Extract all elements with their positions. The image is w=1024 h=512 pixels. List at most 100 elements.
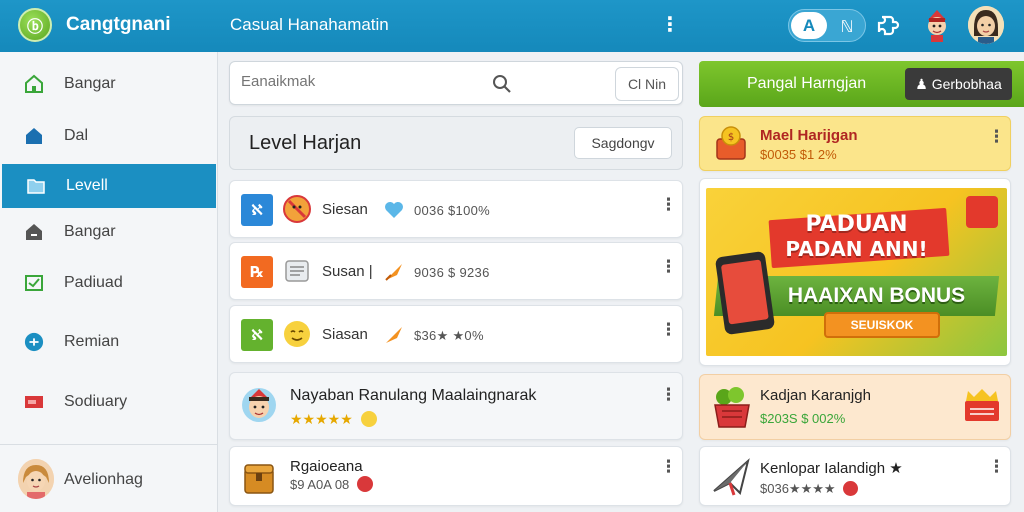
- promo-bar: Pangal Harngjan ♟ Gerbobhaa: [699, 61, 1024, 107]
- emoji-icon: [843, 481, 859, 496]
- paper-plane-icon: [712, 457, 750, 497]
- sidebar-item-dal[interactable]: Dal: [0, 114, 218, 158]
- list-item[interactable]: ℵ Siesan 0036 $100% ⋮: [229, 180, 683, 238]
- card-value: $036★★★★: [760, 481, 859, 497]
- sidebar-user-name: Avelionhag: [64, 471, 143, 488]
- sidebar-item-label: Bangar: [64, 75, 116, 92]
- sidebar-item-label: Sodiuary: [64, 393, 128, 410]
- item-value: $9 A0A 08: [290, 476, 373, 492]
- gift-icon: [962, 387, 1002, 423]
- item-name: Siesan: [322, 201, 368, 218]
- chest-icon: [241, 457, 277, 497]
- smiley-icon: [360, 411, 377, 427]
- strawberry-icon: [356, 476, 373, 492]
- sidebar: Bangar Dal Levell Bangar Padiuad Remian: [0, 52, 218, 512]
- row-menu-icon[interactable]: ⋮: [660, 385, 677, 405]
- sidebar-item-label: Remian: [64, 333, 120, 350]
- rating-text: ★★★★★: [290, 411, 353, 427]
- bonus-banner[interactable]: PADUAN PADAN ANN! HAAIXAN BONUS SEUISKOK: [706, 188, 1007, 356]
- bonus-cta-button[interactable]: SEUISKOK: [824, 312, 940, 338]
- item-name: Siasan: [322, 326, 368, 343]
- list-item[interactable]: Rgaioeana $9 A0A 08 ⋮: [229, 446, 683, 506]
- character-avatar-icon: [241, 385, 277, 425]
- promo-title: Pangal Harngjan: [747, 75, 867, 92]
- circle-plus-icon: [24, 332, 44, 352]
- basket-icon: [712, 385, 752, 431]
- card-title: Mael Harijgan: [760, 127, 858, 144]
- search-button[interactable]: Cl Nin: [615, 67, 679, 101]
- item-value: $36★ ★0%: [414, 328, 484, 343]
- item-name: Susan |: [322, 263, 373, 280]
- character-avatar-icon[interactable]: [922, 8, 952, 42]
- no-entry-icon: [283, 195, 311, 223]
- toggle-option-a[interactable]: A: [791, 12, 827, 39]
- sidebar-item-padiuad[interactable]: Padiuad: [0, 261, 218, 305]
- window-title: Casual Hanahamatin: [230, 15, 389, 34]
- card-value: $203S $ 002%: [760, 411, 846, 426]
- item-title: Nayaban Ranulang Maalaingnarak: [290, 387, 537, 404]
- item-title: Rgaioeana: [290, 458, 363, 475]
- sidebar-item-remian[interactable]: Remian: [0, 320, 218, 364]
- card-menu-icon[interactable]: ⋮: [988, 127, 1005, 147]
- user-avatar-icon[interactable]: [968, 6, 1004, 44]
- mode-toggle[interactable]: A ℕ: [788, 9, 866, 42]
- promo-button[interactable]: ♟ Gerbobhaa: [905, 68, 1012, 100]
- rocket-icon: [383, 261, 405, 283]
- search-bar: Cl Nin: [229, 61, 683, 105]
- offer-card[interactable]: Kadjan Karanjgh $203S $ 002%: [699, 374, 1011, 440]
- sidebar-item-levell[interactable]: Levell: [2, 164, 216, 208]
- card-menu-icon[interactable]: ⋮: [988, 457, 1005, 477]
- puzzle-icon[interactable]: [876, 13, 902, 39]
- game-icon: ℞: [241, 256, 273, 288]
- section-action-button[interactable]: Sagdongv: [574, 127, 672, 159]
- badge-icon: [966, 196, 998, 228]
- sidebar-item-label: Bangar: [64, 223, 116, 240]
- svg-text:$: $: [728, 132, 734, 143]
- sidebar-item-label: Padiuad: [64, 274, 123, 291]
- menu-dots-icon[interactable]: ⋮: [660, 12, 680, 37]
- section-title: Level Harjan: [249, 132, 362, 154]
- heart-icon: [383, 199, 405, 221]
- sidebar-item-sodiuary[interactable]: Sodiuary: [0, 380, 218, 424]
- house-icon: [24, 126, 44, 146]
- offer-card[interactable]: $ Mael Harijgan $0035 $1 2% ⋮: [699, 116, 1011, 171]
- item-value: 0036 $100%: [414, 203, 491, 218]
- avatar: [18, 459, 54, 499]
- treasure-icon: $: [714, 125, 748, 163]
- item-value: 9036 $ 9236: [414, 265, 490, 280]
- sidebar-item-bangar[interactable]: Bangar: [0, 62, 218, 106]
- card-icon: [24, 392, 44, 412]
- list-item[interactable]: Nayaban Ranulang Maalaingnarak ★★★★★ ⋮: [229, 372, 683, 440]
- star-rating: ★★★★★: [290, 411, 377, 428]
- game-icon: ℵ: [241, 319, 273, 351]
- offer-card[interactable]: Kenlopar Ialandigh ★ $036★★★★ ⋮: [699, 446, 1011, 506]
- phone-icon: [714, 250, 776, 336]
- app-logo-icon[interactable]: ⓑ: [18, 8, 52, 42]
- rating-text: $9 A0A 08: [290, 477, 350, 492]
- sidebar-item-label: Dal: [64, 127, 89, 144]
- section-header: Level Harjan Sagdongv: [229, 116, 683, 170]
- row-menu-icon[interactable]: ⋮: [660, 457, 677, 477]
- banner-headline-line-1: PADUAN: [805, 212, 908, 237]
- card-title: Kadjan Karanjgh: [760, 387, 871, 404]
- sidebar-item-bangar-2[interactable]: Bangar: [0, 210, 218, 254]
- sidebar-divider: [0, 444, 218, 445]
- home-icon: [24, 74, 44, 94]
- sidebar-item-label: Levell: [66, 177, 108, 194]
- toggle-option-b[interactable]: ℕ: [833, 14, 861, 39]
- folder-icon: [26, 176, 46, 196]
- list-item[interactable]: ℵ Siasan $36★ ★0% ⋮: [229, 305, 683, 363]
- document-icon: [283, 257, 311, 285]
- search-input[interactable]: [241, 73, 481, 90]
- smiley-icon: [283, 320, 311, 348]
- search-icon[interactable]: [492, 74, 512, 94]
- card-value-text: $036★★★★: [760, 481, 836, 496]
- game-icon: ℵ: [241, 194, 273, 226]
- row-menu-icon[interactable]: ⋮: [660, 257, 677, 277]
- list-item[interactable]: ℞ Susan | 9036 $ 9236 ⋮: [229, 242, 683, 300]
- top-bar: ⓑ Cangtgnani Casual Hanahamatin ⋮ A ℕ: [0, 0, 1024, 52]
- row-menu-icon[interactable]: ⋮: [660, 320, 677, 340]
- app-title: Cangtgnani: [66, 14, 171, 35]
- row-menu-icon[interactable]: ⋮: [660, 195, 677, 215]
- sidebar-user[interactable]: Avelionhag: [0, 456, 218, 504]
